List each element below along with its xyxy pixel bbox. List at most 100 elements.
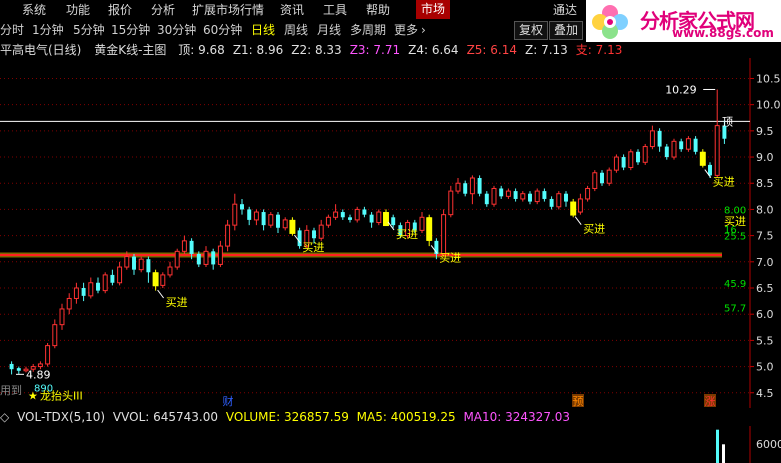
candle-body[interactable] <box>124 256 130 268</box>
volume-chart[interactable]: 6000 <box>0 426 781 463</box>
volume-collapse-icon[interactable]: ◇ <box>0 410 9 424</box>
candle-body[interactable] <box>505 190 511 197</box>
candle-body[interactable] <box>455 182 461 192</box>
candle-body[interactable] <box>240 204 244 210</box>
candle-body[interactable] <box>73 287 79 299</box>
period-monthly[interactable]: 月线 <box>317 22 341 38</box>
candle-body[interactable] <box>174 250 180 268</box>
candle-body[interactable] <box>81 288 86 296</box>
candle-body[interactable] <box>196 253 201 265</box>
menu-tongda[interactable]: 通达 <box>553 2 577 18</box>
candle-body[interactable] <box>117 266 123 284</box>
menu-market[interactable]: 市场 <box>416 0 450 19</box>
candle-body[interactable] <box>714 125 720 176</box>
candle-body[interactable] <box>59 308 65 326</box>
candle-body[interactable] <box>542 191 547 199</box>
candle-body[interactable] <box>613 156 619 171</box>
menu-function[interactable]: 功能 <box>66 2 90 18</box>
candle-body[interactable] <box>189 240 194 254</box>
menu-help[interactable]: 帮助 <box>366 2 390 18</box>
candle-body[interactable] <box>520 193 526 200</box>
candle-body[interactable] <box>282 219 288 229</box>
period-15min[interactable]: 15分钟 <box>111 22 150 38</box>
candle-body[interactable] <box>534 190 540 203</box>
candle-body[interactable] <box>448 190 454 216</box>
candle-body[interactable] <box>362 209 367 215</box>
candle-body[interactable] <box>585 187 591 200</box>
candle-body[interactable] <box>491 187 497 205</box>
candle-body[interactable] <box>247 209 252 220</box>
candle-body[interactable] <box>499 188 504 197</box>
candle-body[interactable] <box>160 274 166 286</box>
candle-body[interactable] <box>528 193 532 202</box>
restore-rights-button[interactable]: 复权 <box>514 21 549 40</box>
candle-body[interactable] <box>556 193 562 208</box>
candle-body[interactable] <box>318 224 324 239</box>
candle-body[interactable] <box>37 363 43 368</box>
candle-body[interactable] <box>16 368 21 371</box>
candle-body[interactable] <box>138 258 144 271</box>
candle-body[interactable] <box>312 230 316 239</box>
candle-body[interactable] <box>628 151 634 169</box>
menu-quote[interactable]: 报价 <box>108 2 132 18</box>
candle-body[interactable] <box>333 211 339 218</box>
candle-body[interactable] <box>211 251 216 265</box>
candle-body[interactable] <box>66 297 72 310</box>
period-5min[interactable]: 5分钟 <box>73 22 105 38</box>
candle-body[interactable] <box>52 324 58 347</box>
menu-extended-market[interactable]: 扩展市场行情 <box>192 2 264 18</box>
candle-body[interactable] <box>9 363 14 370</box>
candle-body[interactable] <box>671 140 677 158</box>
candle-body[interactable] <box>167 266 173 276</box>
candle-body[interactable] <box>181 240 187 252</box>
candle-body[interactable] <box>513 191 518 199</box>
period-multi[interactable]: 多周期 <box>350 22 386 38</box>
candle-body[interactable] <box>261 212 266 226</box>
period-daily[interactable]: 日线 <box>251 22 275 38</box>
candle-body[interactable] <box>348 217 352 220</box>
candle-body[interactable] <box>276 214 280 228</box>
period-timeline[interactable]: 分时 <box>0 22 24 38</box>
candle-body[interactable] <box>636 151 640 163</box>
candle-body[interactable] <box>463 183 468 194</box>
candle-body[interactable] <box>469 177 475 195</box>
menu-tools[interactable]: 工具 <box>323 2 347 18</box>
candle-body[interactable] <box>592 172 598 189</box>
candle-body[interactable] <box>419 216 425 231</box>
candle-body[interactable] <box>132 256 136 270</box>
candle-body[interactable] <box>564 193 568 202</box>
period-1min[interactable]: 1分钟 <box>32 22 64 38</box>
candle-body[interactable] <box>96 282 100 291</box>
candle-body[interactable] <box>217 245 223 265</box>
period-more[interactable]: 更多 <box>394 22 418 38</box>
candle-body[interactable] <box>685 138 691 150</box>
candle-body[interactable] <box>477 178 482 194</box>
candle-body[interactable] <box>376 211 382 224</box>
overlay-button[interactable]: 叠加 <box>549 21 584 40</box>
candle-body[interactable] <box>203 250 209 265</box>
candle-body[interactable] <box>110 274 115 283</box>
candle-body[interactable] <box>391 217 396 226</box>
candle-body[interactable] <box>102 274 108 292</box>
candle-body[interactable] <box>649 130 655 148</box>
candle-body[interactable] <box>225 224 231 247</box>
candle-body[interactable] <box>577 198 583 213</box>
period-60min[interactable]: 60分钟 <box>203 22 242 38</box>
candle-body[interactable] <box>549 198 554 207</box>
period-weekly[interactable]: 周线 <box>284 22 308 38</box>
kline-chart[interactable]: 10.5 10.0 9.5 9.0 8.5 8.0 7.5 7.0 6.5 6.0 5.5 5.0 4.… <box>0 58 781 408</box>
candle-body[interactable] <box>484 193 489 205</box>
candle-body[interactable] <box>45 345 51 365</box>
candle-body[interactable] <box>253 211 259 221</box>
candle-body[interactable] <box>693 138 698 152</box>
menu-system[interactable]: 系统 <box>22 2 46 18</box>
candle-body[interactable] <box>621 157 626 168</box>
candle-body[interactable] <box>606 169 612 184</box>
candle-body[interactable] <box>369 214 374 223</box>
candle-body[interactable] <box>297 230 302 247</box>
candle-body[interactable] <box>268 214 274 226</box>
candle-body[interactable] <box>88 282 94 297</box>
chevron-right-icon[interactable]: › <box>421 22 426 38</box>
stock-name[interactable]: 平高电气(日线) <box>0 43 81 57</box>
candle-body[interactable] <box>441 214 447 255</box>
